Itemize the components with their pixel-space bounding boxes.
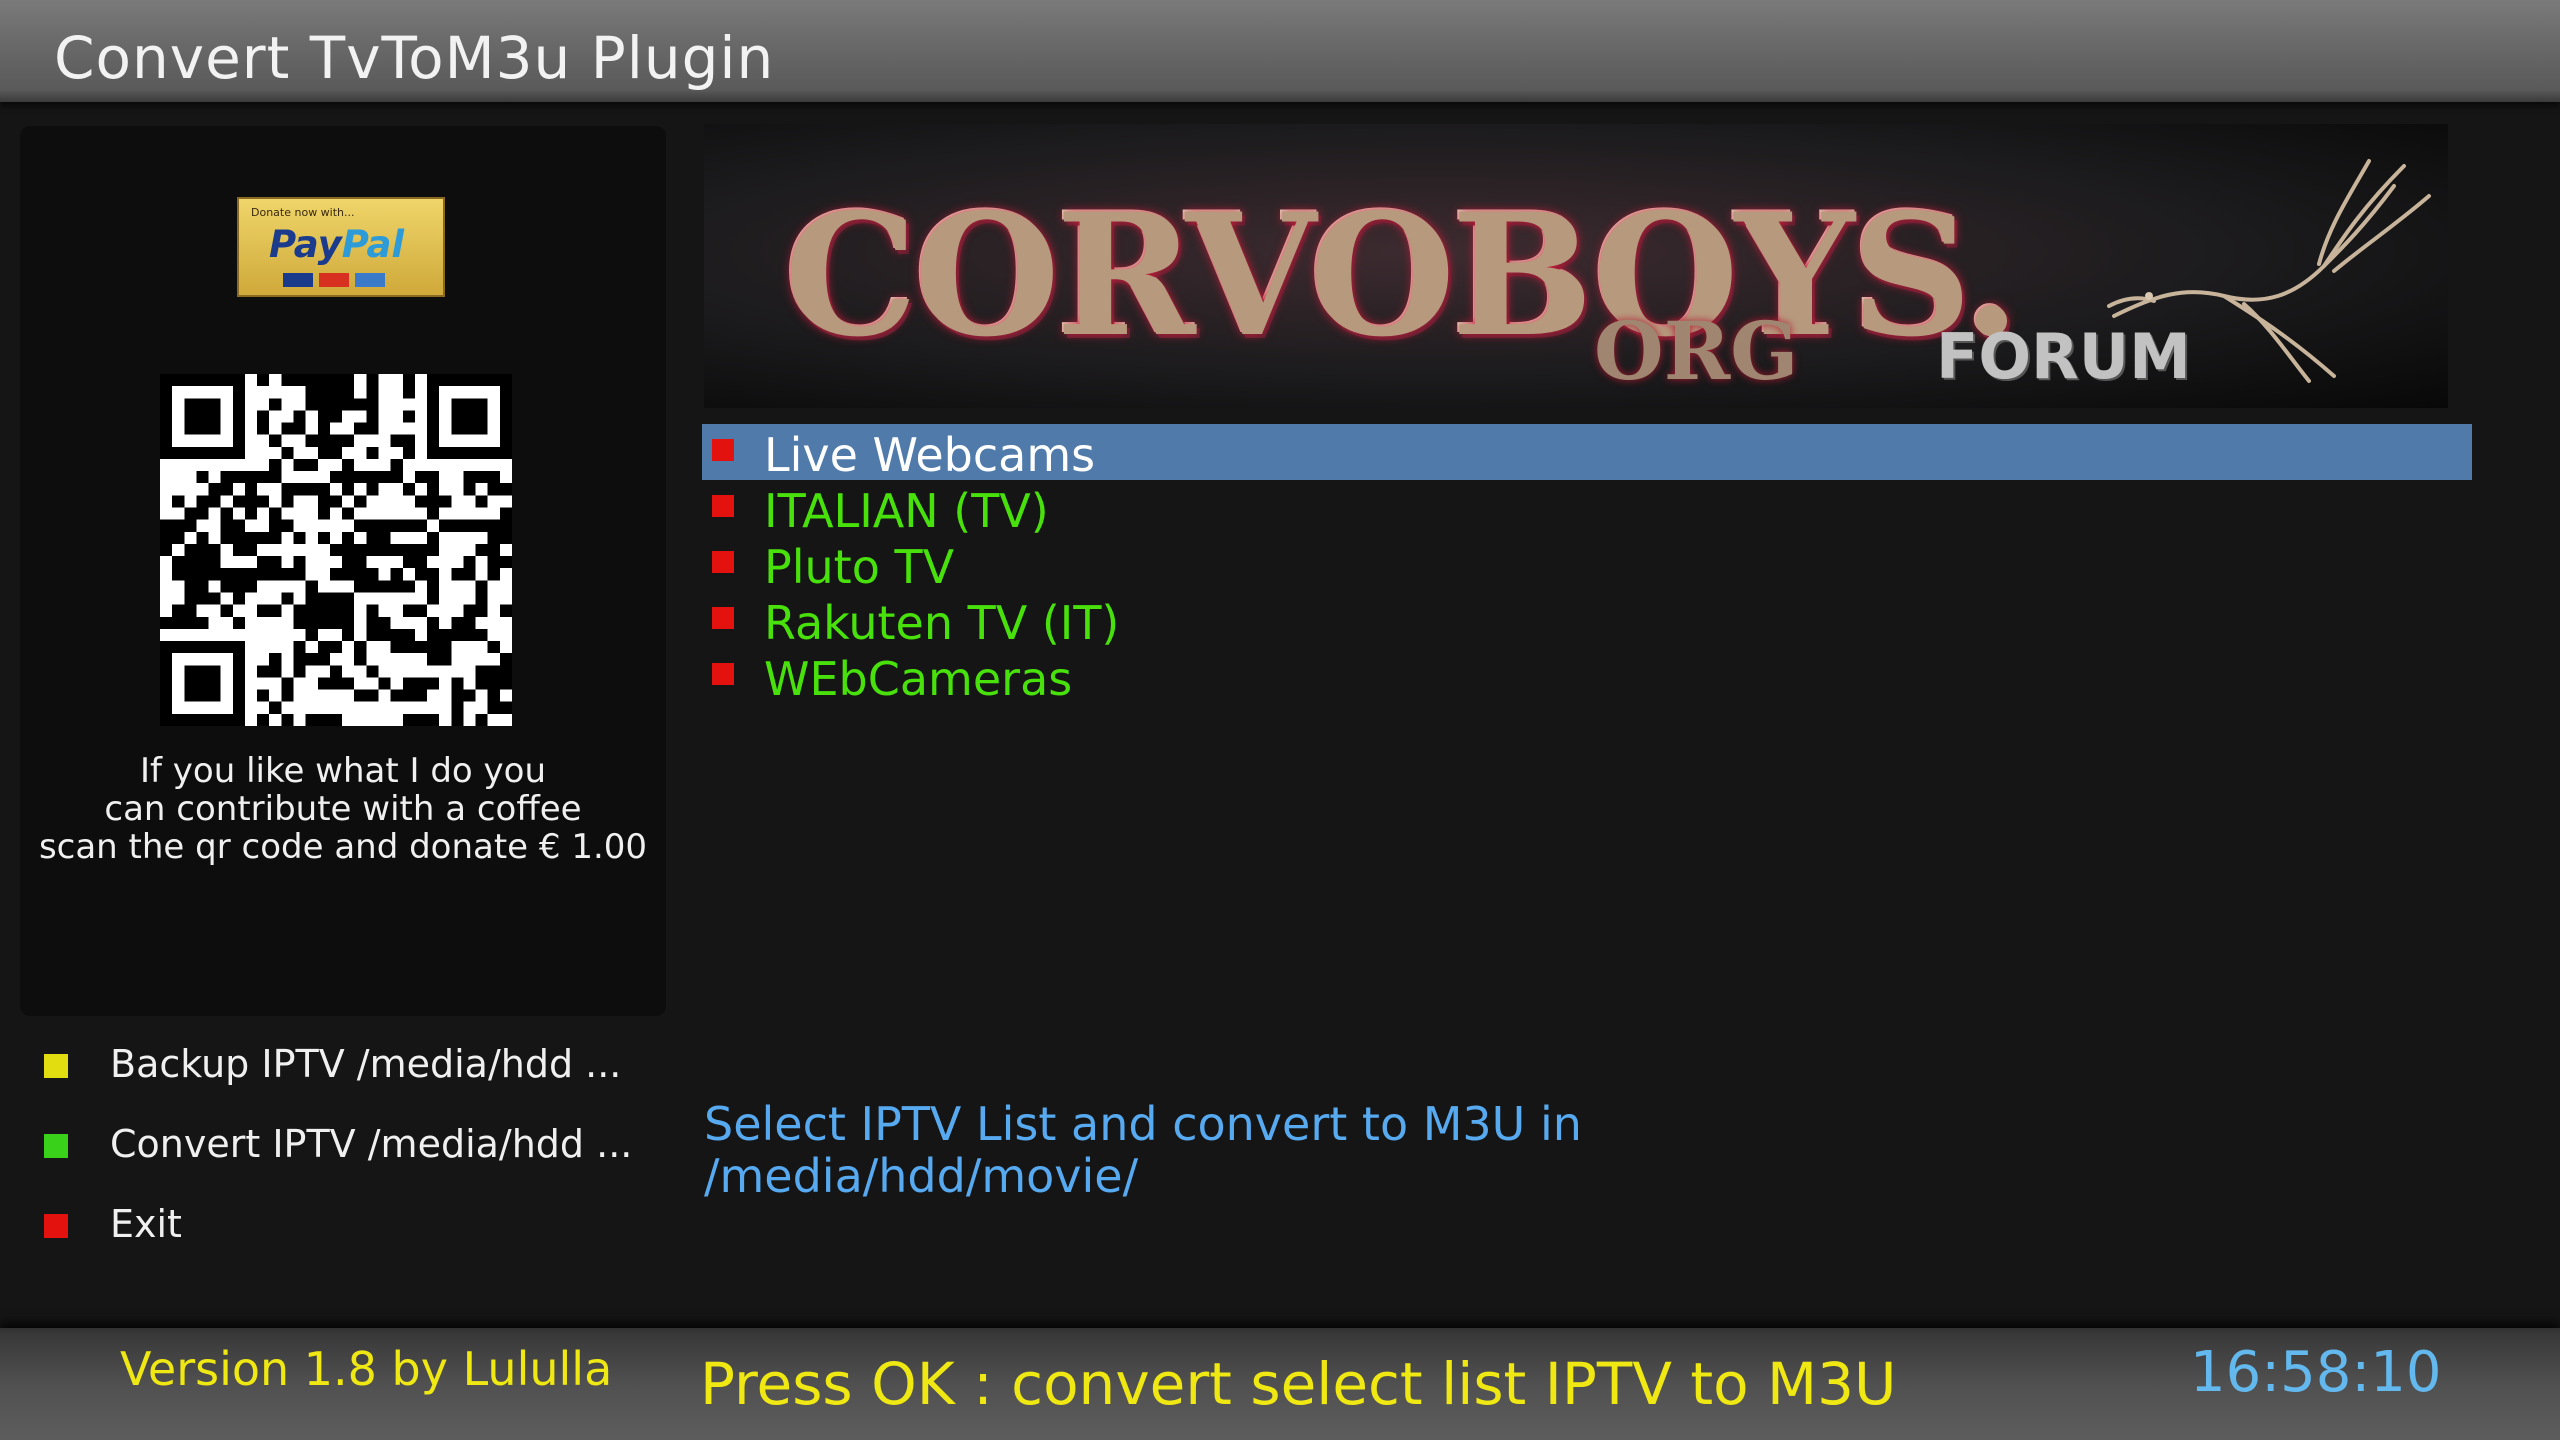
list-item-label: ITALIAN (TV): [764, 484, 1049, 538]
description-text: Select IPTV List and convert to M3U in /…: [704, 1098, 1904, 1202]
red-key-label: Exit: [110, 1202, 182, 1246]
version-text: Version 1.8 by Lululla: [120, 1342, 613, 1396]
title-bar: Convert TvToM3u Plugin: [0, 0, 2560, 102]
clock: 16:58:10: [2190, 1340, 2442, 1405]
ok-hint-text: Press OK : convert select list IPTV to M…: [700, 1350, 1897, 1418]
paypal-logo: PayPal: [269, 223, 405, 266]
donation-line-1: If you like what I do you: [139, 751, 546, 791]
yellow-key-label: Backup IPTV /media/hdd ...: [110, 1042, 622, 1086]
list-item[interactable]: Live Webcams: [702, 424, 2472, 482]
amex-card-icon: [355, 273, 385, 287]
banner-brand: CORVOBOYS.: [784, 176, 2021, 374]
crow-logo-icon: [2107, 159, 2431, 383]
green-key-label: Convert IPTV /media/hdd ...: [110, 1122, 633, 1166]
banner-org: ORG: [1594, 304, 1799, 398]
list-item-label: Live Webcams: [764, 428, 1096, 482]
donation-text: If you like what I do you can contribute…: [20, 752, 666, 866]
card-logos: [283, 273, 391, 292]
paypal-donate-badge: Donate now with... PayPal: [237, 197, 445, 297]
donation-qr-code: [160, 374, 512, 726]
visa-card-icon: [283, 273, 313, 287]
bullet-square-icon: [712, 663, 734, 685]
donation-line-2: can contribute with a coffee: [104, 789, 582, 829]
channel-list[interactable]: Live Webcams ITALIAN (TV) Pluto TV Rakuten …: [702, 424, 2472, 706]
green-key-icon: [44, 1134, 68, 1158]
status-bar: Version 1.8 by Lululla Press OK : conver…: [0, 1328, 2560, 1440]
mastercard-icon: [319, 273, 349, 287]
paypal-donate-caption: Donate now with...: [251, 206, 355, 219]
description-line-2: /media/hdd/movie/: [704, 1149, 1139, 1203]
list-item-label: WEbCameras: [764, 652, 1073, 706]
bullet-square-icon: [712, 495, 734, 517]
yellow-key-icon: [44, 1054, 68, 1078]
red-key-exit[interactable]: Exit: [44, 1200, 664, 1250]
donation-line-3: scan the qr code and donate € 1.00: [38, 827, 648, 867]
yellow-key-backup[interactable]: Backup IPTV /media/hdd ...: [44, 1040, 664, 1090]
list-item[interactable]: ITALIAN (TV): [702, 480, 2472, 538]
list-item-label: Pluto TV: [764, 540, 955, 594]
list-item[interactable]: WEbCameras: [702, 648, 2472, 706]
corvoboys-banner: CORVOBOYS. ORG FORUM: [704, 124, 2448, 408]
bullet-square-icon: [712, 607, 734, 629]
bullet-square-icon: [712, 439, 734, 461]
description-line-1: Select IPTV List and convert to M3U in: [704, 1097, 1582, 1151]
list-item-label: Rakuten TV (IT): [764, 596, 1120, 650]
bullet-square-icon: [712, 551, 734, 573]
green-key-convert[interactable]: Convert IPTV /media/hdd ...: [44, 1120, 664, 1170]
red-key-icon: [44, 1214, 68, 1238]
list-item[interactable]: Rakuten TV (IT): [702, 592, 2472, 650]
list-item[interactable]: Pluto TV: [702, 536, 2472, 594]
window-title: Convert TvToM3u Plugin: [54, 24, 775, 92]
